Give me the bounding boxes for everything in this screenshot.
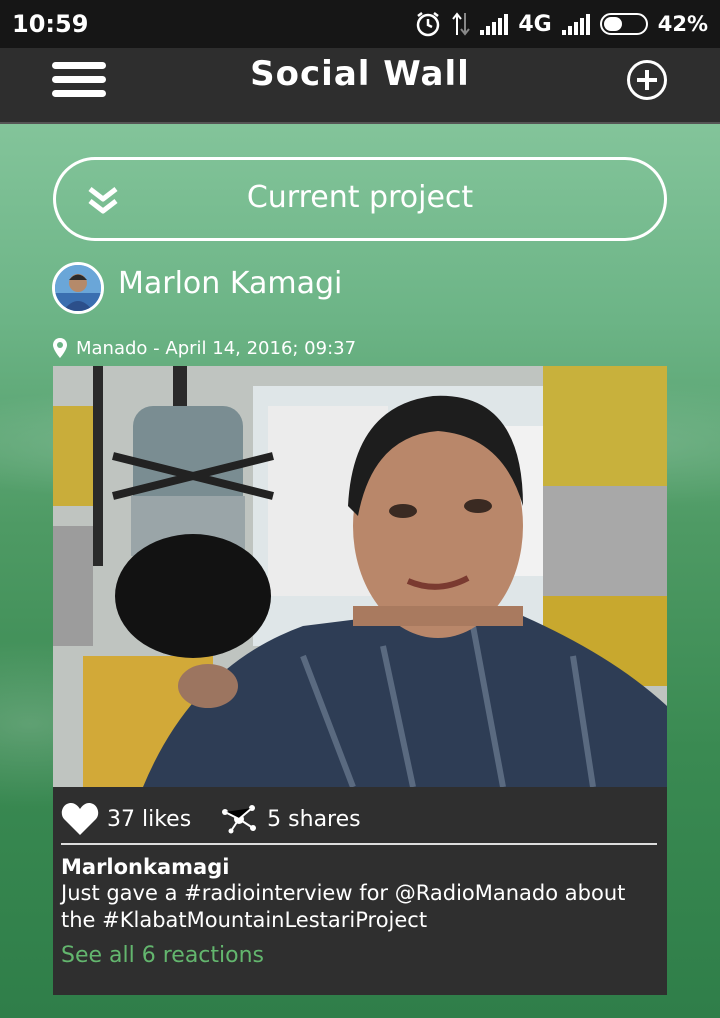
- data-transfer-icon: [452, 12, 471, 36]
- see-all-reactions-link[interactable]: See all 6 reactions: [61, 943, 264, 968]
- likes-count[interactable]: 37 likes: [107, 807, 191, 832]
- alarm-icon: [417, 12, 440, 37]
- post-location: Manado - April 14, 2016; 09:37: [52, 337, 356, 359]
- divider: [61, 843, 657, 845]
- user-avatar[interactable]: [52, 262, 104, 314]
- share-network-icon[interactable]: [221, 804, 257, 834]
- network-type: 4G: [518, 11, 552, 37]
- post-photo[interactable]: [53, 366, 667, 787]
- shares-count[interactable]: 5 shares: [267, 807, 360, 832]
- radio-studio-selfie-image: [53, 366, 667, 787]
- post-caption: Just gave a #radiointerview for @RadioMa…: [61, 881, 626, 932]
- post-author[interactable]: Marlonkamagi: [61, 855, 229, 879]
- signal-icon: [480, 13, 509, 35]
- post-details: 37 likes 5 shares Marlonkamagi Just gave…: [53, 787, 667, 995]
- current-project-label: Current project: [246, 180, 474, 215]
- battery-fill: [603, 17, 623, 31]
- status-icons: 4G 42%: [414, 9, 708, 39]
- plus-circle-icon[interactable]: [627, 60, 667, 100]
- battery-icon: [599, 13, 648, 35]
- location-pin-icon: [53, 338, 67, 358]
- app-bar: Social Wall: [0, 48, 720, 124]
- post-stats: 37 likes 5 shares: [61, 797, 361, 841]
- status-time: 10:59: [12, 10, 89, 38]
- location-date-text: Manado - April 14, 2016; 09:37: [76, 337, 357, 359]
- avatar-photo: [55, 265, 101, 311]
- signal-icon-2: [561, 13, 590, 35]
- status-bar: 10:59 4G 42%: [0, 0, 720, 48]
- page-title: Social Wall: [250, 54, 470, 94]
- post-user-name[interactable]: Marlon Kamagi: [118, 266, 342, 301]
- battery-percentage: 42%: [657, 12, 708, 36]
- current-project-button[interactable]: Current project: [53, 157, 667, 241]
- heart-icon[interactable]: [61, 802, 99, 836]
